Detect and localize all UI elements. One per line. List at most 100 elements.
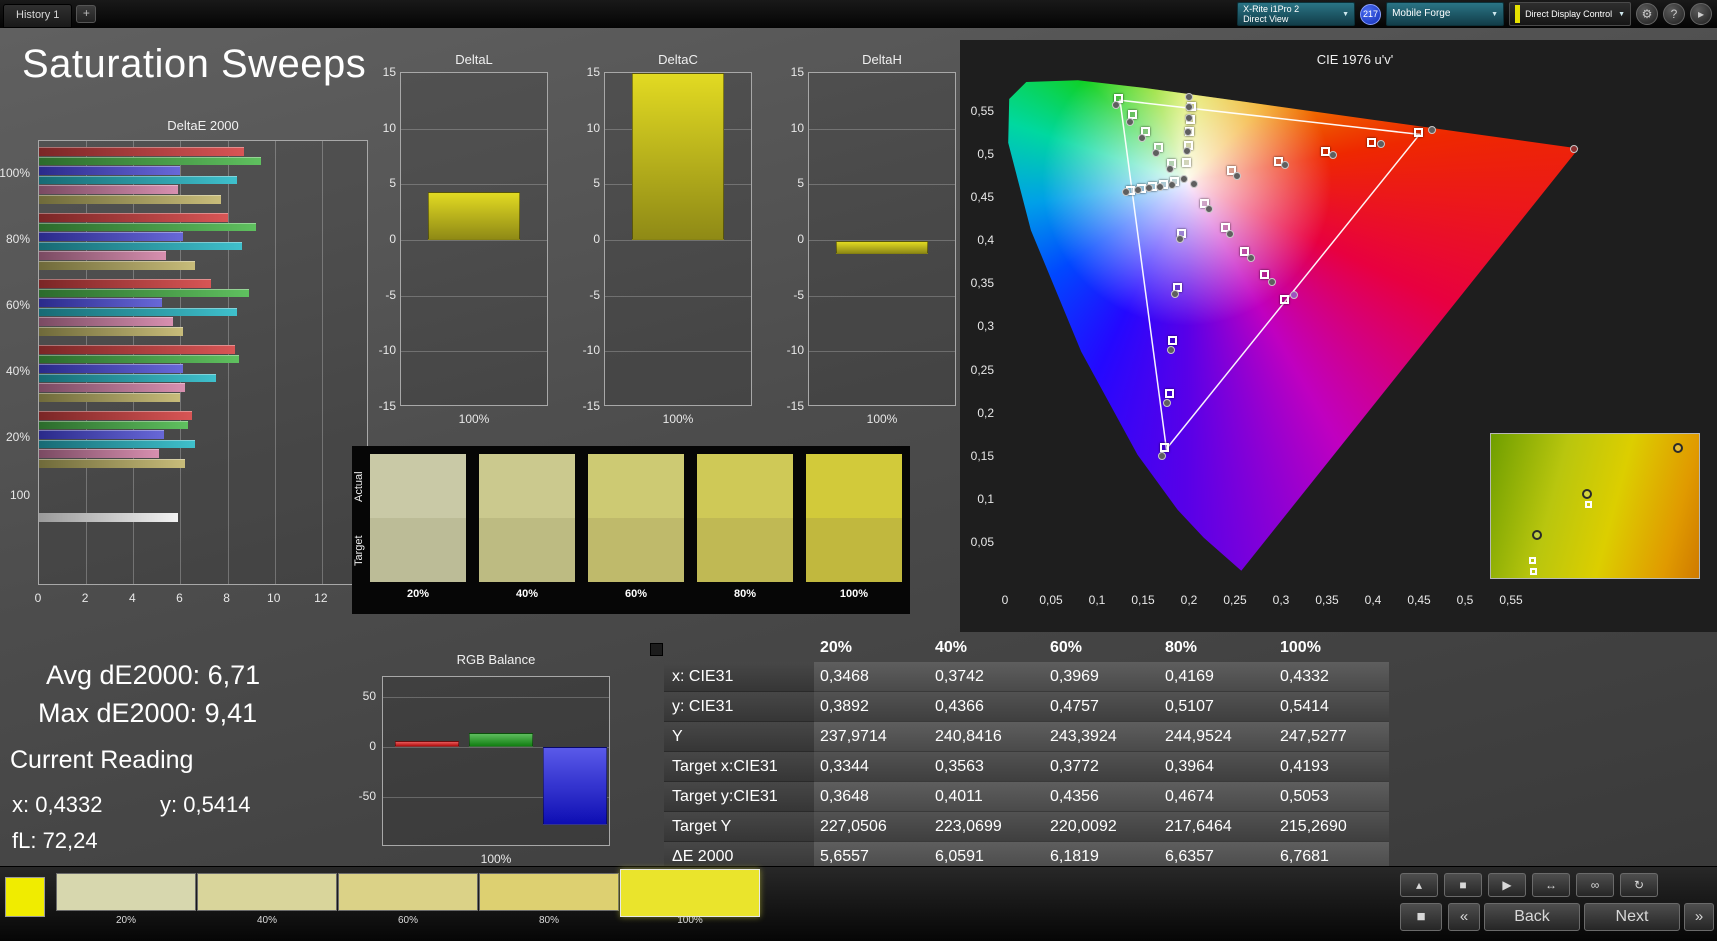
table-cell: 243,3924 <box>1044 722 1159 752</box>
rgb-y-axis: 50 0 -50 <box>352 652 380 882</box>
nav-stop-big-button[interactable]: ■ <box>1400 903 1442 931</box>
table-cell: 0,4011 <box>929 782 1044 812</box>
cie-measured-dot <box>1184 127 1192 136</box>
help-button[interactable]: ? <box>1663 3 1685 25</box>
add-tab-button[interactable]: + <box>76 5 97 23</box>
x-axis-tick-label: 0,5 <box>1456 593 1474 607</box>
grid-line <box>401 128 547 130</box>
saturation-swatch-strip: Actual Target 20% 40% 60% 80% 100% <box>352 446 910 614</box>
tab-history-1[interactable]: History 1 <box>3 4 73 28</box>
y-axis-tick-label: -5 <box>589 287 600 302</box>
nav-back-button[interactable]: Back <box>1484 903 1580 931</box>
x-axis-tick-label: 10 <box>267 591 281 605</box>
delta-e-bar-yellow <box>39 459 186 468</box>
x-axis-label: 100% <box>866 412 898 426</box>
cie-target-square <box>1367 137 1376 147</box>
nav-forward-button[interactable]: » <box>1684 903 1714 931</box>
grid-line <box>605 240 751 241</box>
swatch-target <box>697 518 793 582</box>
transport-stop-button[interactable]: ■ <box>1444 873 1482 897</box>
table-cell: 0,3468 <box>814 662 929 692</box>
swatch-label: 100% <box>839 588 869 600</box>
transport-play-button[interactable]: ▶ <box>1488 873 1526 897</box>
y-axis-tick-label: -50 <box>358 789 376 803</box>
grid-line <box>809 351 955 353</box>
grid-line <box>809 184 955 186</box>
y-axis-tick-label: 5 <box>797 176 804 191</box>
x-axis-label: 100% <box>480 852 512 866</box>
grid-line <box>809 128 955 130</box>
table-cell: 240,8416 <box>929 722 1044 752</box>
reading-x: x: 0,4332 <box>12 792 103 817</box>
yellow-stripe-icon <box>1515 5 1521 23</box>
y-axis-tick-label: 0 <box>369 739 376 753</box>
display-control-dropdown[interactable]: Direct Display Control ▼ <box>1509 2 1631 26</box>
more-button[interactable]: ▸ <box>1690 3 1712 25</box>
x-axis-tick-label: 0,25 <box>1223 593 1247 607</box>
delta-e-bar-blue <box>39 166 181 175</box>
transport-collapse-button[interactable]: ▴ <box>1400 873 1438 897</box>
delta-e-bar-magenta <box>39 449 160 458</box>
y-axis-category-label: 80% <box>5 232 30 246</box>
meter-count-badge[interactable]: 217 <box>1360 3 1382 25</box>
x-axis-tick-label: 0,1 <box>1088 593 1106 607</box>
saturation-swatch: 100% <box>806 454 902 600</box>
swatch-target <box>588 518 684 582</box>
nav-next-button[interactable]: Next <box>1584 903 1680 931</box>
grid-line <box>401 184 547 186</box>
x-axis-tick-label: 0,2 <box>1180 593 1198 607</box>
table-cell: 0,5053 <box>1274 782 1389 812</box>
delta-e-bar-blue <box>39 430 164 439</box>
cie-measured-dot <box>1184 113 1193 122</box>
cie-measured-dot <box>1162 399 1171 408</box>
table-row: x: CIE31 0,3468 0,3742 0,3969 0,4169 0,4332 <box>664 662 1392 692</box>
cie-measured-dot <box>1184 102 1193 111</box>
grid-line <box>605 128 751 130</box>
delta-e-bar-green <box>39 288 249 298</box>
delta-e-category-labels: 100% 80% 60% 40% 20% 100 <box>0 140 34 585</box>
delta-e-bar-green <box>39 354 240 364</box>
nav-prev-button[interactable]: « <box>1448 903 1480 931</box>
cie-measured-dot <box>1427 125 1436 134</box>
cie-zoom-inset <box>1490 433 1700 579</box>
grid-line <box>809 295 955 297</box>
meter-dropdown[interactable]: X-Rite i1Pro 2 Direct View ▼ <box>1237 2 1356 26</box>
swatch-label: 20% <box>406 588 430 600</box>
delta-e-bar-cyan <box>39 175 237 185</box>
delta-e-bar-magenta <box>39 317 174 326</box>
swatch-label: 80% <box>733 588 757 600</box>
delta-e-bar-magenta <box>39 383 186 392</box>
table-cell: 0,4332 <box>1274 662 1389 692</box>
y-axis-category-label: 20% <box>5 430 30 444</box>
table-header-cell: 40% <box>935 639 968 656</box>
table-header-cell <box>664 634 814 662</box>
source-dropdown[interactable]: Mobile Forge ▼ <box>1386 2 1505 26</box>
y-axis-tick-label: 0,4 <box>977 233 994 248</box>
inset-measured-dot <box>1581 489 1592 500</box>
rgb-bar-green <box>469 733 533 747</box>
table-cell: 0,4169 <box>1159 662 1274 692</box>
delta-e-white-bar <box>39 513 179 522</box>
saturation-swatch: 60% <box>588 454 684 600</box>
table-cell: 0,3563 <box>929 752 1044 782</box>
table-row-label: y: CIE31 <box>664 692 814 722</box>
cie-y-axis: 0,55 0,5 0,45 0,4 0,35 0,3 0,25 0,2 0,15 0,1 0,05 <box>960 40 1000 632</box>
transport-loop-button[interactable]: ∞ <box>1576 873 1614 897</box>
transport-fit-button[interactable]: ↔ <box>1532 873 1570 897</box>
table-corner <box>650 643 663 656</box>
table-cell: 223,0699 <box>929 812 1044 842</box>
source-label: Mobile Forge <box>1392 8 1451 19</box>
transport-refresh-button[interactable]: ↻ <box>1620 873 1658 897</box>
table-cell: 0,3344 <box>814 752 929 782</box>
table-header-row: 20% 40% 60% 80% 100% <box>664 634 1392 662</box>
y-axis-tick-label: 0 <box>593 232 600 246</box>
delta-e-bar-red <box>39 411 193 420</box>
delta-e-bar-red <box>39 345 235 354</box>
table-row: y: CIE31 0,3892 0,4366 0,4757 0,5107 0,5414 <box>664 692 1392 722</box>
settings-gear-button[interactable]: ⚙ <box>1636 3 1658 25</box>
cie-target-square <box>1182 157 1192 167</box>
display-control-label: Direct Display Control <box>1525 9 1613 19</box>
table-cell: 227,0506 <box>814 812 929 842</box>
rgb-bar-blue <box>543 747 607 825</box>
cie-x-axis: 0 0,05 0,1 0,15 0,2 0,25 0,3 0,35 0,4 0,45 0,5 0,55 <box>1002 593 1705 613</box>
